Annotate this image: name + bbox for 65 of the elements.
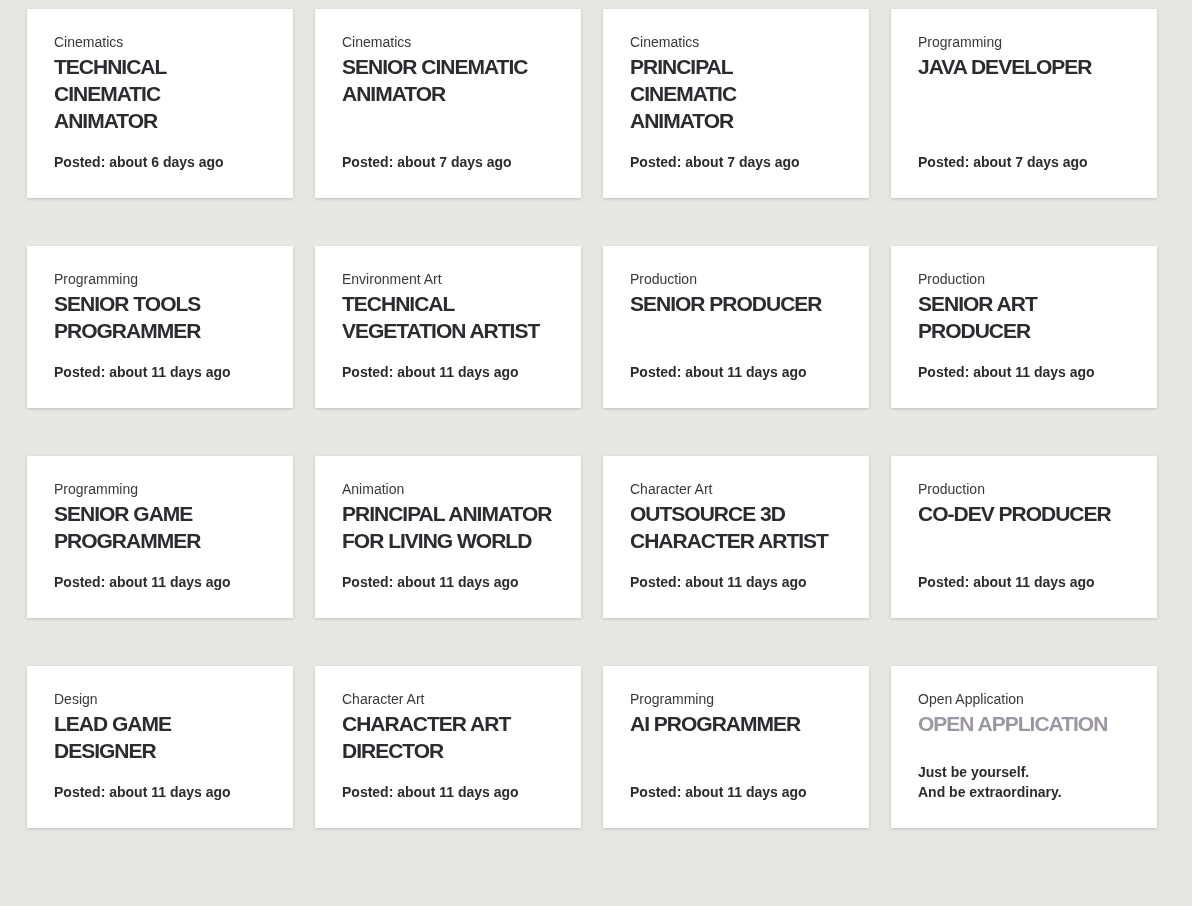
category-label: Production xyxy=(918,271,986,288)
job-card[interactable]: Programming SENIOR TOOLS PROGRAMMER Posted: about 11 days ago xyxy=(27,246,293,408)
posted-date: Posted: about 11 days ago xyxy=(342,783,520,802)
job-title: TECHNICAL CINEMATIC ANIMATOR xyxy=(54,54,168,134)
open-application-card[interactable]: Open Application OPEN APPLICATION Just be yourself. And be extraordinary. xyxy=(891,666,1157,828)
job-title: LEAD GAME DESIGNER xyxy=(54,711,173,764)
category-label: Design xyxy=(54,691,99,708)
category-label: Animation xyxy=(342,481,406,498)
tagline-text: And be extraordinary. xyxy=(918,783,1063,802)
job-card[interactable]: Cinematics SENIOR CINEMATIC ANIMATOR Posted: about 7 days ago xyxy=(315,9,581,198)
category-label: Character Art xyxy=(342,691,426,708)
posted-date: Posted: about 7 days ago xyxy=(342,153,513,172)
category-label: Programming xyxy=(630,691,716,708)
category-label: Cinematics xyxy=(630,34,701,51)
job-title: OPEN APPLICATION xyxy=(918,711,1109,737)
category-label: Open Application xyxy=(918,691,1025,708)
category-label: Production xyxy=(918,481,986,498)
posted-date: Posted: about 11 days ago xyxy=(54,573,232,592)
posted-date: Posted: about 11 days ago xyxy=(54,783,232,802)
posted-date: Posted: about 11 days ago xyxy=(918,363,1096,382)
posted-date: Posted: about 11 days ago xyxy=(630,783,808,802)
job-card[interactable]: Cinematics TECHNICAL CINEMATIC ANIMATOR Posted: about 6 days ago xyxy=(27,9,293,198)
job-title: AI PROGRAMMER xyxy=(630,711,802,737)
category-label: Programming xyxy=(54,271,140,288)
job-title: TECHNICAL VEGETATION ARTIST xyxy=(342,291,541,344)
job-title: OUTSOURCE 3D CHARACTER ARTIST xyxy=(630,501,830,554)
tagline-text: Just be yourself. xyxy=(918,763,1031,782)
job-title: JAVA DEVELOPER xyxy=(918,54,1093,80)
job-title: PRINCIPAL CINEMATIC ANIMATOR xyxy=(630,54,738,134)
job-title: CHARACTER ART DIRECTOR xyxy=(342,711,512,764)
job-card[interactable]: Production SENIOR ART PRODUCER Posted: about 11 days ago xyxy=(891,246,1157,408)
category-label: Cinematics xyxy=(54,34,125,51)
category-label: Programming xyxy=(54,481,140,498)
category-label: Environment Art xyxy=(342,271,443,288)
posted-date: Posted: about 7 days ago xyxy=(918,153,1089,172)
posted-date: Posted: about 11 days ago xyxy=(918,573,1096,592)
posted-date: Posted: about 11 days ago xyxy=(54,363,232,382)
job-card[interactable]: Production CO-DEV PRODUCER Posted: about 11 days ago xyxy=(891,456,1157,618)
job-card[interactable]: Character Art CHARACTER ART DIRECTOR Posted: about 11 days ago xyxy=(315,666,581,828)
posted-date: Posted: about 11 days ago xyxy=(342,363,520,382)
job-card[interactable]: Programming JAVA DEVELOPER Posted: about 7 days ago xyxy=(891,9,1157,198)
job-title: SENIOR CINEMATIC ANIMATOR xyxy=(342,54,529,107)
job-title: CO-DEV PRODUCER xyxy=(918,501,1112,527)
posted-date: Posted: about 7 days ago xyxy=(630,153,801,172)
job-title: SENIOR PRODUCER xyxy=(630,291,823,317)
job-card[interactable]: Animation PRINCIPAL ANIMATOR FOR LIVING WORLD Posted: about 11 days ago xyxy=(315,456,581,618)
job-card[interactable]: Cinematics PRINCIPAL CINEMATIC ANIMATOR Posted: about 7 days ago xyxy=(603,9,869,198)
job-title: SENIOR GAME PROGRAMMER xyxy=(54,501,202,554)
job-title: PRINCIPAL ANIMATOR FOR LIVING WORLD xyxy=(342,501,553,554)
job-card[interactable]: Design LEAD GAME DESIGNER Posted: about 11 days ago xyxy=(27,666,293,828)
category-label: Production xyxy=(630,271,698,288)
job-title: SENIOR TOOLS PROGRAMMER xyxy=(54,291,202,344)
posted-date: Posted: about 11 days ago xyxy=(630,363,808,382)
category-label: Character Art xyxy=(630,481,714,498)
job-card[interactable]: Programming AI PROGRAMMER Posted: about 11 days ago xyxy=(603,666,869,828)
posted-date: Posted: about 6 days ago xyxy=(54,153,225,172)
job-card[interactable]: Character Art OUTSOURCE 3D CHARACTER ARTIST Posted: about 11 days ago xyxy=(603,456,869,618)
job-card[interactable]: Programming SENIOR GAME PROGRAMMER Posted: about 11 days ago xyxy=(27,456,293,618)
posted-date: Posted: about 11 days ago xyxy=(342,573,520,592)
job-card[interactable]: Environment Art TECHNICAL VEGETATION ARTIST Posted: about 11 days ago xyxy=(315,246,581,408)
job-title: SENIOR ART PRODUCER xyxy=(918,291,1039,344)
posted-date: Posted: about 11 days ago xyxy=(630,573,808,592)
category-label: Programming xyxy=(918,34,1004,51)
category-label: Cinematics xyxy=(342,34,413,51)
job-card[interactable]: Production SENIOR PRODUCER Posted: about 11 days ago xyxy=(603,246,869,408)
